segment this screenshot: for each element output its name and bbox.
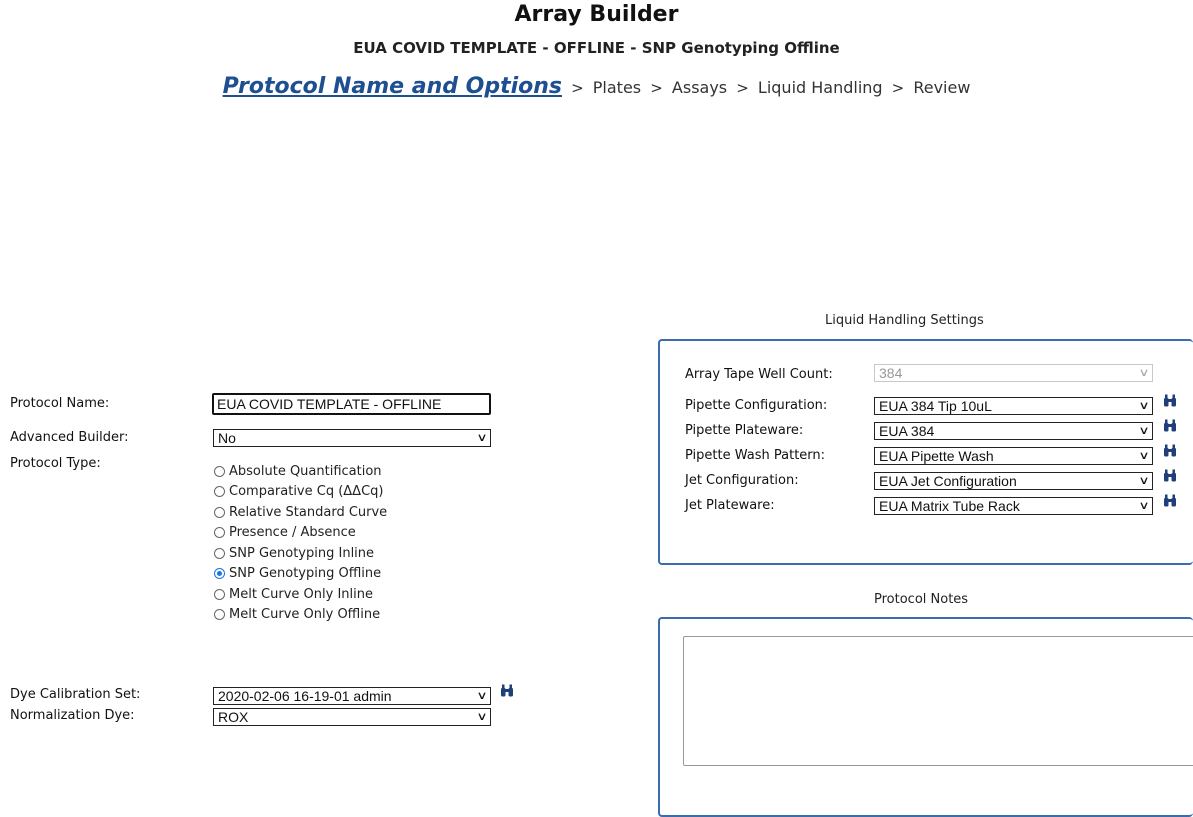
jet-plateware-label: Jet Plateware: [685, 498, 775, 513]
radio-label: Relative Standard Curve [229, 504, 388, 520]
chevron-down-icon: ∨ [1138, 500, 1150, 512]
radio-label: Presence / Absence [229, 525, 356, 541]
binoculars-icon[interactable] [1163, 444, 1177, 457]
dye-calibration-value: 2020-02-06 16-19-01 admin [218, 688, 392, 704]
protocol-type-radio-group: Absolute Quantification Comparative Cq (… [214, 461, 387, 625]
radio-label: SNP Genotyping Inline [229, 545, 375, 561]
wizard-breadcrumb: Protocol Name and Options > Plates > Ass… [0, 74, 1193, 99]
radio-button[interactable] [214, 506, 225, 518]
protocol-type-label: Protocol Type: [10, 456, 101, 471]
wizard-separator: > [650, 79, 663, 97]
pipette-plateware-value: EUA 384 [879, 423, 935, 439]
jet-configuration-value: EUA Jet Configuration [879, 473, 1017, 489]
chevron-down-icon: ∨ [1138, 425, 1150, 437]
array-tape-well-count-select: 384 ∨ [874, 364, 1153, 382]
radio-relative-standard-curve[interactable]: Relative Standard Curve [214, 502, 387, 523]
radio-melt-curve-only-offline[interactable]: Melt Curve Only Offline [214, 605, 387, 626]
wizard-separator: > [891, 79, 905, 97]
pipette-configuration-label: Pipette Configuration: [685, 398, 828, 413]
pipette-wash-pattern-select[interactable]: EUA Pipette Wash ∨ [874, 447, 1153, 465]
normalization-dye-label: Normalization Dye: [10, 708, 135, 723]
protocol-name-label: Protocol Name: [10, 396, 110, 411]
protocol-notes-textarea[interactable] [683, 636, 1193, 766]
radio-label: Comparative Cq (ΔΔCq) [229, 484, 384, 500]
array-tape-well-count-value: 384 [879, 365, 903, 381]
jet-plateware-value: EUA Matrix Tube Rack [879, 498, 1020, 514]
chevron-down-icon: ∨ [1138, 367, 1150, 379]
pipette-plateware-label: Pipette Plateware: [685, 423, 804, 438]
jet-configuration-select[interactable]: EUA Jet Configuration ∨ [874, 472, 1153, 490]
radio-button[interactable] [214, 527, 225, 539]
page-title: Array Builder [514, 2, 679, 27]
radio-label: Melt Curve Only Offline [229, 607, 381, 623]
radio-comparative-cq[interactable]: Comparative Cq (ΔΔCq) [214, 482, 387, 503]
radio-presence-absence[interactable]: Presence / Absence [214, 523, 387, 544]
pipette-configuration-value: EUA 384 Tip 10uL [879, 398, 992, 414]
chevron-down-icon: ∨ [1138, 450, 1150, 462]
normalization-dye-select[interactable]: ROX ∨ [213, 708, 491, 726]
chevron-down-icon: ∨ [476, 711, 488, 723]
wizard-step-assays[interactable]: Assays [672, 78, 727, 97]
chevron-down-icon: ∨ [1138, 475, 1150, 487]
wizard-step-protocol-name-and-options[interactable]: Protocol Name and Options [223, 74, 562, 99]
advanced-builder-label: Advanced Builder: [10, 430, 129, 445]
pipette-configuration-select[interactable]: EUA 384 Tip 10uL ∨ [874, 397, 1153, 415]
jet-configuration-label: Jet Configuration: [685, 473, 799, 488]
radio-label: Absolute Quantification [229, 463, 382, 479]
pipette-wash-pattern-label: Pipette Wash Pattern: [685, 448, 826, 463]
protocol-notes-title: Protocol Notes [874, 592, 969, 607]
chevron-down-icon: ∨ [476, 690, 488, 702]
wizard-step-plates[interactable]: Plates [593, 78, 641, 97]
liquid-handling-title: Liquid Handling Settings [825, 313, 984, 328]
wizard-separator: > [736, 79, 749, 97]
binoculars-icon[interactable] [1163, 494, 1177, 507]
binoculars-icon[interactable] [1163, 394, 1177, 407]
binoculars-icon[interactable] [1163, 469, 1177, 482]
radio-button[interactable] [214, 547, 225, 559]
array-tape-well-count-label: Array Tape Well Count: [685, 367, 833, 382]
pipette-wash-pattern-value: EUA Pipette Wash [879, 448, 994, 464]
pipette-plateware-select[interactable]: EUA 384 ∨ [874, 422, 1153, 440]
wizard-step-liquid-handling[interactable]: Liquid Handling [758, 78, 883, 97]
protocol-name-input[interactable]: EUA COVID TEMPLATE - OFFLINE [212, 393, 491, 415]
radio-absolute-quantification[interactable]: Absolute Quantification [214, 461, 387, 482]
jet-plateware-select[interactable]: EUA Matrix Tube Rack ∨ [874, 497, 1153, 515]
radio-button[interactable] [214, 588, 225, 600]
chevron-down-icon: ∨ [1138, 400, 1150, 412]
radio-melt-curve-only-inline[interactable]: Melt Curve Only Inline [214, 584, 387, 605]
radio-button[interactable] [214, 609, 225, 621]
advanced-builder-value: No [218, 430, 236, 446]
advanced-builder-select[interactable]: No ∨ [213, 429, 491, 447]
radio-snp-genotyping-offline[interactable]: SNP Genotyping Offline [214, 564, 387, 585]
binoculars-icon[interactable] [500, 684, 514, 697]
normalization-dye-value: ROX [218, 709, 249, 725]
wizard-step-review[interactable]: Review [913, 78, 970, 97]
radio-button-selected[interactable] [214, 568, 225, 580]
page-subtitle: EUA COVID TEMPLATE - OFFLINE - SNP Genot… [353, 39, 840, 57]
radio-label: Melt Curve Only Inline [229, 586, 373, 602]
dye-calibration-label: Dye Calibration Set: [10, 687, 141, 702]
radio-label: SNP Genotyping Offline [229, 566, 382, 582]
wizard-separator: > [571, 79, 584, 97]
radio-button[interactable] [214, 486, 225, 498]
dye-calibration-select[interactable]: 2020-02-06 16-19-01 admin ∨ [213, 687, 491, 705]
radio-snp-genotyping-inline[interactable]: SNP Genotyping Inline [214, 543, 387, 564]
binoculars-icon[interactable] [1163, 419, 1177, 432]
chevron-down-icon: ∨ [476, 432, 488, 444]
radio-button[interactable] [214, 465, 225, 477]
